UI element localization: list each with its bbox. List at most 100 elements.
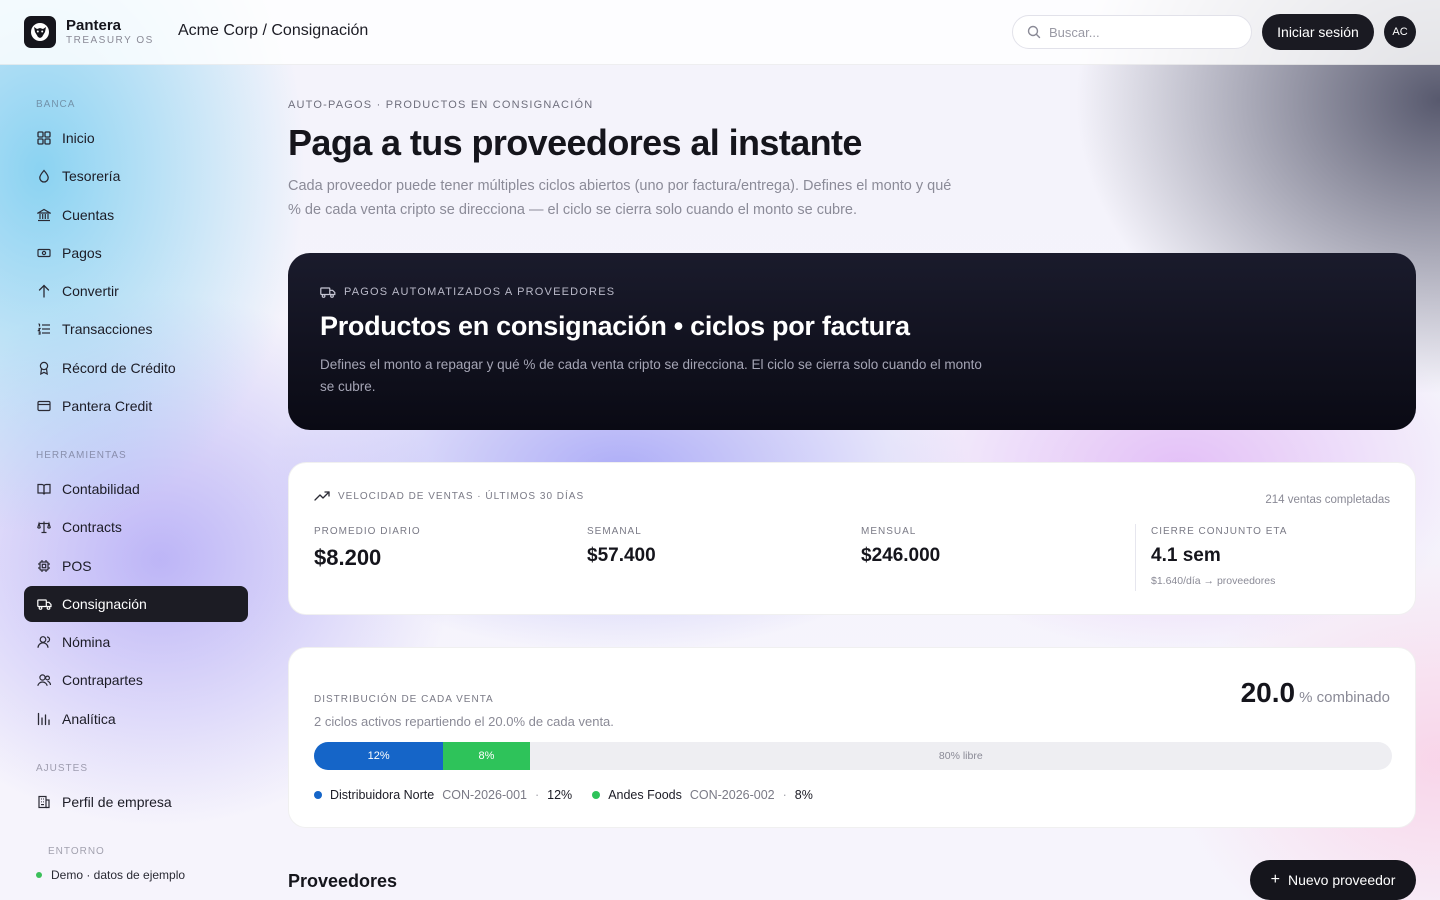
award-icon (36, 360, 52, 376)
legend-percent: 8% (794, 788, 813, 802)
section-label-banca: BANCA (36, 99, 76, 110)
sidebar-item-label: Nómina (62, 634, 111, 650)
user-icon (36, 634, 52, 650)
arrow-up-icon (36, 283, 52, 299)
divider (1135, 524, 1136, 591)
credit-card-icon (36, 398, 52, 414)
sidebar-item-label: Contrapartes (62, 672, 143, 688)
sidebar-item-consignacion[interactable]: Consignación (24, 586, 248, 622)
sidebar-item-contabilidad[interactable]: Contabilidad (24, 471, 248, 507)
bar-segment-free: 80% libre (938, 750, 983, 762)
page-description: Cada proveedor puede tener múltiples cic… (288, 178, 952, 218)
sidebar-item-cuentas[interactable]: Cuentas (24, 197, 248, 233)
brand[interactable]: Pantera TREASURY OS (24, 16, 154, 48)
bank-icon (36, 207, 52, 223)
legend-item[interactable]: Distribuidora Norte CON-2026-001 · 12% (314, 788, 572, 802)
legend-name: Andes Foods (608, 788, 682, 802)
environment-indicator: Demo · datos de ejemplo (36, 868, 185, 882)
sidebar-item-label: Contabilidad (62, 481, 140, 497)
stat-value: 4.1 sem (1151, 545, 1221, 566)
sidebar-item-transacciones[interactable]: Transacciones (24, 311, 248, 347)
stat-daily: PROMEDIO DIARIO $8.200 (314, 526, 421, 571)
truck-icon (320, 285, 336, 299)
top-bar: Pantera TREASURY OS Acme Corp / Consigna… (0, 0, 1440, 65)
distribution-legend: Distribuidora Norte CON-2026-001 · 12% A… (314, 788, 833, 802)
sidebar-item-analitica[interactable]: Analítica (24, 701, 248, 737)
stat-label: CIERRE CONJUNTO ETA (1151, 526, 1288, 537)
login-button[interactable]: Iniciar sesión (1262, 14, 1374, 50)
stat-value: $246.000 (861, 545, 941, 566)
sidebar-item-pantera-credit[interactable]: Pantera Credit (24, 388, 248, 424)
avatar[interactable]: AC (1384, 16, 1416, 48)
sidebar-item-nomina[interactable]: Nómina (24, 624, 248, 660)
sidebar-item-inicio[interactable]: Inicio (24, 120, 248, 156)
environment-label: ENTORNO (48, 846, 105, 857)
sidebar-item-pagos[interactable]: Pagos (24, 235, 248, 271)
stat-weekly: SEMANAL $57.400 (587, 526, 656, 567)
stat-label: MENSUAL (861, 526, 917, 537)
new-provider-button[interactable]: + Nuevo proveedor (1250, 860, 1416, 900)
combined-value: 20.0 (1240, 677, 1296, 708)
sales-count: 214 ventas completadas (1265, 494, 1390, 506)
sidebar-item-label: Convertir (62, 283, 119, 299)
plus-icon: + (1270, 871, 1280, 888)
sidebar-item-label: Inicio (62, 130, 95, 146)
breadcrumb[interactable]: Acme Corp / Consignación (178, 22, 368, 40)
brand-name: Pantera (66, 17, 122, 34)
sidebar-item-contracts[interactable]: Contracts (24, 509, 248, 545)
banknote-icon (36, 245, 52, 261)
distribution-card: DISTRIBUCIÓN DE CADA VENTA 2 ciclos acti… (288, 647, 1416, 828)
bar-segment-andes-foods[interactable]: 8% (443, 742, 530, 770)
sidebar-item-label: Transacciones (62, 321, 153, 337)
users-icon (36, 672, 52, 688)
search-box[interactable] (1012, 15, 1252, 49)
sidebar-item-record-credito[interactable]: Récord de Crédito (24, 350, 248, 386)
droplet-icon (36, 168, 52, 184)
building-icon (36, 794, 52, 810)
stat-label: SEMANAL (587, 526, 642, 537)
legend-code: CON-2026-002 (689, 788, 775, 802)
legend-dot-icon (314, 791, 322, 799)
legend-code: CON-2026-001 (442, 788, 527, 802)
sidebar-item-label: Cuentas (62, 207, 115, 223)
sidebar-item-label: POS (62, 558, 92, 574)
list-ordered-icon (36, 321, 52, 337)
sidebar-item-label: Contracts (62, 519, 122, 535)
scale-icon (36, 519, 52, 535)
sidebar-item-label: Pagos (62, 245, 102, 261)
stat-value: $57.400 (587, 545, 656, 566)
section-label-herramientas: HERRAMIENTAS (36, 450, 127, 461)
bar-segment-distribuidora-norte[interactable]: 12% (314, 742, 444, 770)
hero-subtitle: Defines el monto a repagar y qué % de ca… (320, 357, 982, 394)
legend-separator: · (782, 788, 787, 802)
sidebar: BANCA Inicio Tesorería Cuentas Pagos Con… (24, 65, 248, 900)
sidebar-item-tesoreria[interactable]: Tesorería (24, 158, 248, 194)
brand-subtitle: TREASURY OS (66, 35, 154, 46)
section-label-ajustes: AJUSTES (36, 763, 89, 774)
legend-item[interactable]: Andes Foods CON-2026-002 · 8% (592, 788, 813, 802)
velocity-eyebrow: VELOCIDAD DE VENTAS · ÚLTIMOS 30 DÍAS (338, 490, 585, 502)
hero-card: PAGOS AUTOMATIZADOS A PROVEEDORES Produc… (288, 253, 1416, 430)
sidebar-item-label: Récord de Crédito (62, 360, 176, 376)
book-open-icon (36, 481, 52, 497)
legend-separator: · (534, 788, 540, 802)
sidebar-item-pos[interactable]: POS (24, 548, 248, 584)
combined-percentage: 20.0 % combinado (1241, 677, 1390, 709)
sidebar-item-label: Consignación (62, 596, 147, 612)
sidebar-item-label: Tesorería (62, 168, 121, 184)
page-title: Paga a tus proveedores al instante (288, 122, 862, 163)
status-dot-icon (36, 872, 42, 878)
hero-eyebrow: PAGOS AUTOMATIZADOS A PROVEEDORES (344, 286, 616, 298)
stat-note: $1.640/día → proveedores (1151, 575, 1276, 587)
trending-up-icon (314, 490, 330, 502)
bar-chart-icon (36, 711, 52, 727)
sidebar-item-convertir[interactable]: Convertir (24, 273, 248, 309)
sidebar-item-label: Pantera Credit (62, 398, 153, 414)
stat-monthly: MENSUAL $246.000 (861, 526, 940, 567)
sidebar-item-perfil-empresa[interactable]: Perfil de empresa (24, 784, 248, 820)
distribution-bar: 12% 8% 80% libre (314, 742, 1392, 770)
distribution-label: DISTRIBUCIÓN DE CADA VENTA (314, 694, 494, 705)
legend-name: Distribuidora Norte (330, 788, 435, 802)
sidebar-item-contrapartes[interactable]: Contrapartes (24, 662, 248, 698)
search-input[interactable] (1049, 24, 1229, 40)
